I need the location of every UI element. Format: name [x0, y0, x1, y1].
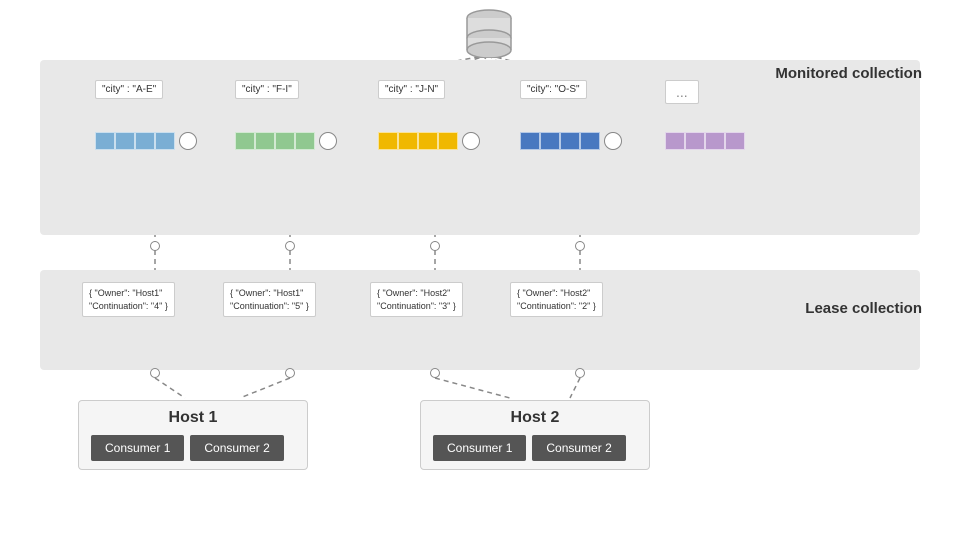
host1-title: Host 1 — [91, 409, 295, 427]
lease-label: Lease collection — [805, 300, 922, 317]
lease-card-4: { "Owner": "Host2" "Continuation": "2" } — [510, 282, 603, 317]
circle-connector-3 — [430, 241, 440, 251]
partition-bar-jn — [378, 130, 480, 152]
circle-connector-4 — [575, 241, 585, 251]
partition-bar-fi — [235, 130, 337, 152]
partition-jn: "city" : "J-N" — [378, 80, 445, 99]
host1-consumer2-button[interactable]: Consumer 2 — [190, 435, 283, 461]
host2-consumers: Consumer 1 Consumer 2 — [433, 435, 637, 461]
partition-os: "city": "O-S" — [520, 80, 587, 99]
circle-connector-lease-4 — [575, 368, 585, 378]
lease-card-3: { "Owner": "Host2" "Continuation": "3" } — [370, 282, 463, 317]
diagram-container: Monitored collection "city" : "A-E" "cit… — [0, 0, 977, 537]
host2-consumer1-button[interactable]: Consumer 1 — [433, 435, 526, 461]
host1-consumer1-button[interactable]: Consumer 1 — [91, 435, 184, 461]
circle-connector-lease-2 — [285, 368, 295, 378]
lease-card-1: { "Owner": "Host1" "Continuation": "4" } — [82, 282, 175, 317]
host1-consumers: Consumer 1 Consumer 2 — [91, 435, 295, 461]
circle-connector-1 — [150, 241, 160, 251]
partition-bar-os — [520, 130, 622, 152]
host2-box: Host 2 Consumer 1 Consumer 2 — [420, 400, 650, 470]
partition-bar-ellipsis — [665, 130, 745, 152]
circle-connector-lease-1 — [150, 368, 160, 378]
monitored-label: Monitored collection — [775, 65, 922, 82]
partition-ellipsis: ... — [665, 80, 699, 104]
lease-card-2: { "Owner": "Host1" "Continuation": "5" } — [223, 282, 316, 317]
host2-title: Host 2 — [433, 409, 637, 427]
partition-fi: "city" : "F-I" — [235, 80, 299, 99]
circle-connector-lease-3 — [430, 368, 440, 378]
circle-connector-2 — [285, 241, 295, 251]
partition-bar-ae — [95, 130, 197, 152]
database-icon — [461, 8, 517, 58]
partition-ae: "city" : "A-E" — [95, 80, 163, 99]
host2-consumer2-button[interactable]: Consumer 2 — [532, 435, 625, 461]
host1-box: Host 1 Consumer 1 Consumer 2 — [78, 400, 308, 470]
